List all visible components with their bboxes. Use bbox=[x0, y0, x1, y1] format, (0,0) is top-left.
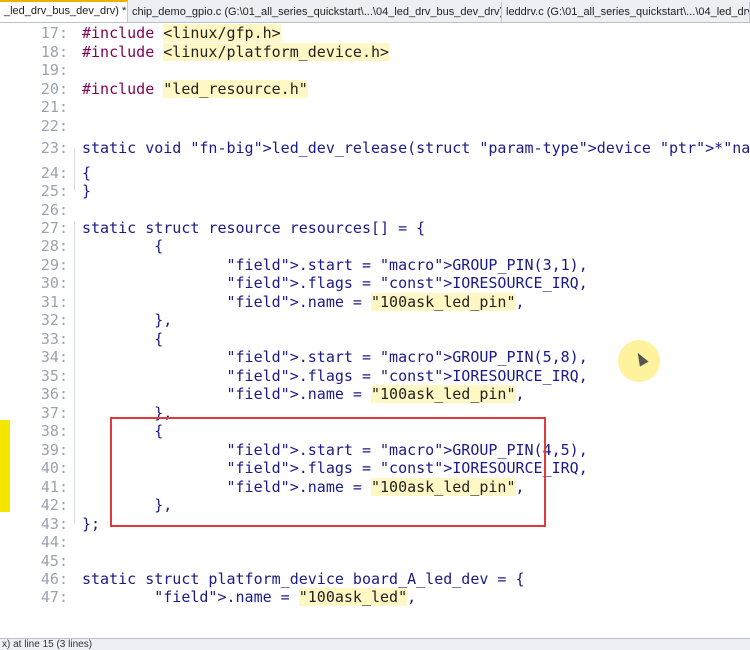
code-line[interactable]: 21: bbox=[0, 98, 750, 117]
line-number: 33: bbox=[40, 330, 68, 348]
line-number: 45: bbox=[40, 552, 68, 570]
code-line[interactable]: 46: static struct platform_device board_A… bbox=[0, 570, 750, 589]
code-text: "field">.name = "100ask_led_pin", bbox=[226, 293, 525, 311]
code-line[interactable]: 43:}; bbox=[0, 515, 750, 534]
code-line[interactable]: 37: }, bbox=[0, 404, 750, 423]
tab-chip-demo-gpio[interactable]: chip_demo_gpio.c (G:\01_all_series_quick… bbox=[128, 2, 502, 22]
code-line[interactable]: 23: static void "fn-big">led_dev_release(… bbox=[0, 135, 750, 161]
code-line[interactable]: 22: bbox=[0, 117, 750, 136]
tab-label: leddrv.c (G:\01_all_series_quickstart\..… bbox=[506, 6, 750, 18]
code-text: }, bbox=[82, 496, 173, 514]
code-line[interactable]: 19: bbox=[0, 61, 750, 80]
line-number: 37: bbox=[40, 404, 68, 422]
code-line[interactable]: 42: }, bbox=[0, 496, 750, 515]
code-text: "field">.name = "100ask_led_pin", bbox=[226, 385, 525, 403]
code-text: }, bbox=[82, 311, 173, 329]
code-text: "field">.start = "macro">GROUP_PIN(4,5), bbox=[226, 441, 588, 459]
tab-label: _led_drv_bus_dev_drv) * bbox=[4, 5, 127, 17]
code-line[interactable]: 41: "field">.name = "100ask_led_pin", bbox=[0, 478, 750, 497]
code-text: "field">.start = "macro">GROUP_PIN(5,8), bbox=[226, 348, 588, 366]
code-line[interactable]: 47: "field">.name = "100ask_led", bbox=[0, 588, 750, 607]
code-line[interactable]: 25:} bbox=[0, 182, 750, 201]
tab-leddrv[interactable]: leddrv.c (G:\01_all_series_quickstart\..… bbox=[502, 2, 750, 22]
code-line[interactable]: 28: { bbox=[0, 237, 750, 256]
code-text: { bbox=[82, 422, 164, 440]
code-line[interactable]: 18: #include <linux/platform_device.h> bbox=[0, 42, 750, 62]
code-editor[interactable]: 17: #include <linux/gfp.h> 18: #include <li… bbox=[0, 24, 750, 638]
code-text: "field">.flags = "const">IORESOURCE_IRQ, bbox=[226, 274, 588, 292]
code-line[interactable]: 36: "field">.name = "100ask_led_pin", bbox=[0, 385, 750, 404]
code-line[interactable]: 40: "field">.flags = "const">IORESOURCE_… bbox=[0, 459, 750, 478]
line-number: 42: bbox=[40, 496, 68, 514]
code-text: { bbox=[82, 164, 92, 182]
line-number: 43: bbox=[40, 515, 68, 533]
tab-bar: _led_drv_bus_dev_drv) *× chip_demo_gpio.… bbox=[0, 0, 750, 23]
line-number: 34: bbox=[40, 348, 68, 366]
line-number: 19: bbox=[40, 61, 68, 79]
code-line[interactable]: 39: "field">.start = "macro">GROUP_PIN(4… bbox=[0, 441, 750, 460]
code-text: static struct resource resources[] = { bbox=[82, 219, 426, 237]
code-line[interactable]: 29: "field">.start = "macro">GROUP_PIN(3… bbox=[0, 256, 750, 275]
tab-led-drv-bus-dev-drv[interactable]: _led_drv_bus_dev_drv) *× bbox=[0, 0, 128, 22]
line-number: 38: bbox=[40, 422, 68, 440]
code-text: #include <linux/gfp.h> bbox=[82, 24, 281, 42]
code-text: "field">.flags = "const">IORESOURCE_IRQ, bbox=[226, 459, 588, 477]
code-text: "field">.start = "macro">GROUP_PIN(3,1), bbox=[226, 256, 588, 274]
line-number: 46: bbox=[40, 570, 68, 588]
status-text: x) at line 15 (3 lines) bbox=[2, 639, 93, 650]
status-bar: x) at line 15 (3 lines) bbox=[0, 638, 750, 650]
line-number: 31: bbox=[40, 293, 68, 311]
code-text: #include <linux/platform_device.h> bbox=[82, 42, 390, 61]
line-number: 26: bbox=[40, 201, 68, 219]
line-number: 24: bbox=[40, 164, 68, 182]
line-number: 39: bbox=[40, 441, 68, 459]
line-number: 44: bbox=[40, 533, 68, 551]
line-number: 32: bbox=[40, 311, 68, 329]
code-line[interactable]: 27: static struct resource resources[] = … bbox=[0, 219, 750, 238]
line-number: 27: bbox=[40, 219, 68, 237]
line-number: 40: bbox=[40, 459, 68, 477]
code-line[interactable]: 30: "field">.flags = "const">IORESOURCE_… bbox=[0, 274, 750, 293]
code-text: }, bbox=[82, 404, 173, 422]
code-line[interactable]: 32: }, bbox=[0, 311, 750, 330]
tab-label: chip_demo_gpio.c (G:\01_all_series_quick… bbox=[132, 6, 502, 18]
code-text: #include "led_resource.h" bbox=[82, 79, 308, 98]
code-text: static struct platform_device board_A_le… bbox=[82, 570, 525, 588]
code-line[interactable]: 17: #include <linux/gfp.h> bbox=[0, 24, 750, 43]
line-number: 29: bbox=[40, 256, 68, 274]
code-text: }; bbox=[82, 515, 101, 533]
code-line[interactable]: 31: "field">.name = "100ask_led_pin", bbox=[0, 293, 750, 312]
code-line[interactable]: 26: bbox=[0, 201, 750, 220]
code-text: "field">.flags = "const">IORESOURCE_IRQ, bbox=[226, 367, 588, 385]
line-number: 35: bbox=[40, 367, 68, 385]
code-line[interactable]: 45: bbox=[0, 552, 750, 571]
code-line[interactable]: 20: #include "led_resource.h" bbox=[0, 79, 750, 99]
line-number: 18: bbox=[40, 42, 68, 61]
line-number: 22: bbox=[40, 116, 68, 135]
line-number: 36: bbox=[40, 385, 68, 403]
code-text: } bbox=[82, 182, 92, 200]
line-number: 23: bbox=[40, 139, 68, 157]
line-number: 25: bbox=[40, 182, 68, 200]
code-text: "field">.name = "100ask_led", bbox=[154, 588, 417, 606]
line-number: 20: bbox=[40, 79, 68, 98]
code-text: "field">.name = "100ask_led_pin", bbox=[226, 478, 525, 496]
code-text: { bbox=[82, 237, 164, 255]
line-number: 41: bbox=[40, 478, 68, 496]
code-text: static void "fn-big">led_dev_release(str… bbox=[82, 139, 750, 157]
line-number: 28: bbox=[40, 237, 68, 255]
line-number: 47: bbox=[40, 588, 68, 606]
line-number: 30: bbox=[40, 274, 68, 292]
line-number: 21: bbox=[40, 98, 68, 116]
code-line[interactable]: 38: { bbox=[0, 422, 750, 441]
code-text: { bbox=[82, 330, 164, 348]
line-number: 17: bbox=[40, 24, 68, 42]
code-line[interactable]: 24: { bbox=[0, 164, 750, 183]
code-line[interactable]: 44: bbox=[0, 533, 750, 552]
